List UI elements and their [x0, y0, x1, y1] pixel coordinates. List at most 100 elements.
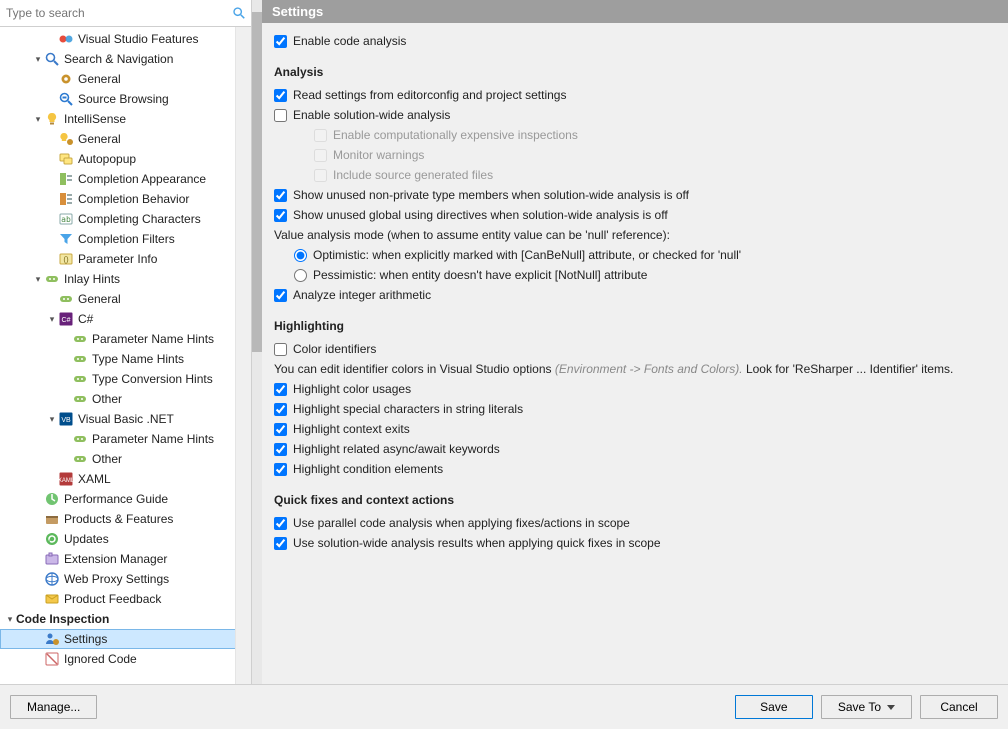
tree-item-type-conversion-hints[interactable]: ▸Type Conversion Hints: [0, 369, 251, 389]
optimistic-radio[interactable]: Optimistic: when explicitly marked with …: [274, 245, 996, 265]
tree-item-autopopup[interactable]: ▸Autopopup: [0, 149, 251, 169]
highlight-async[interactable]: Highlight related async/await keywords: [274, 439, 996, 459]
search-box[interactable]: [0, 0, 251, 27]
inlay-icon: [72, 451, 88, 467]
tree-item-label: Inlay Hints: [64, 272, 120, 286]
settings-person-icon: [44, 631, 60, 647]
ext-mgr-icon: [44, 551, 60, 567]
comp-behave-icon: [58, 191, 74, 207]
tree-item-product-feedback[interactable]: ▸Product Feedback: [0, 589, 251, 609]
ignored-icon: [44, 651, 60, 667]
inlay-icon: [44, 271, 60, 287]
expand-arrow-icon[interactable]: ▾: [32, 274, 44, 285]
tree-item-label: XAML: [78, 472, 111, 486]
tree-item-label: Type Name Hints: [92, 352, 184, 366]
highlight-condition[interactable]: Highlight condition elements: [274, 459, 996, 479]
expand-arrow-icon[interactable]: ▾: [32, 54, 44, 65]
tree-item-label: Completion Behavior: [78, 192, 189, 206]
settings-tree[interactable]: ▸Visual Studio Features ▾ Search & Navigat…: [0, 27, 251, 684]
settings-content: Settings Enable code analysis Analysis R…: [262, 0, 1008, 684]
tree-item-label: Code Inspection: [16, 612, 109, 626]
perf-icon: [44, 491, 60, 507]
save-button[interactable]: Save: [735, 695, 813, 719]
enable-solution-wide[interactable]: Enable solution-wide analysis: [274, 105, 996, 125]
bulb-gear-icon: [58, 131, 74, 147]
page-title: Settings: [262, 0, 1008, 23]
highlight-color-usages[interactable]: Highlight color usages: [274, 379, 996, 399]
monitor-warnings: Monitor warnings: [274, 145, 996, 165]
tree-item-ignored-code[interactable]: ▸Ignored Code: [0, 649, 251, 669]
tree-item-search-navigation[interactable]: ▾ Search & Navigation: [0, 49, 251, 69]
svg-text:VB: VB: [61, 417, 71, 424]
tree-item-source-browsing[interactable]: ▸Source Browsing: [0, 89, 251, 109]
tree-item-completion-appearance[interactable]: ▸Completion Appearance: [0, 169, 251, 189]
tree-item-general[interactable]: ▸General: [0, 69, 251, 89]
tree-item-general[interactable]: ▸General: [0, 289, 251, 309]
highlight-context-exits[interactable]: Highlight context exits: [274, 419, 996, 439]
tree-item-label: Search & Navigation: [64, 52, 173, 66]
pessimistic-radio[interactable]: Pessimistic: when entity doesn't have ex…: [274, 265, 996, 285]
tree-item-label: Other: [92, 392, 122, 406]
tree-item-settings[interactable]: ▸Settings: [0, 629, 251, 649]
analyze-integer[interactable]: Analyze integer arithmetic: [274, 285, 996, 305]
comp-chars-icon: ab: [58, 211, 74, 227]
color-identifiers[interactable]: Color identifiers: [274, 339, 996, 359]
tree-item-web-proxy-settings[interactable]: ▸Web Proxy Settings: [0, 569, 251, 589]
save-to-button[interactable]: Save To: [821, 695, 912, 719]
manage-button[interactable]: Manage...: [10, 695, 97, 719]
param-info-icon: (): [58, 251, 74, 267]
tree-item-extension-manager[interactable]: ▸Extension Manager: [0, 549, 251, 569]
tree-item-label: Source Browsing: [78, 92, 169, 106]
tree-item-inlay-hints[interactable]: ▾ Inlay Hints: [0, 269, 251, 289]
tree-item-code-inspection[interactable]: ▾Code Inspection: [0, 609, 251, 629]
tree-item-other[interactable]: ▸Other: [0, 449, 251, 469]
quickfix-swea[interactable]: Use solution-wide analysis results when …: [274, 533, 996, 553]
inlay-icon: [72, 391, 88, 407]
expand-arrow-icon[interactable]: ▾: [4, 614, 16, 625]
tree-item-c[interactable]: ▾C#C#: [0, 309, 251, 329]
highlight-special-chars[interactable]: Highlight special characters in string l…: [274, 399, 996, 419]
read-editorconfig[interactable]: Read settings from editorconfig and proj…: [274, 85, 996, 105]
include-source-gen: Include source generated files: [274, 165, 996, 185]
tree-item-label: General: [78, 292, 121, 306]
quickfix-parallel[interactable]: Use parallel code analysis when applying…: [274, 513, 996, 533]
content-scrollbar[interactable]: [252, 0, 262, 684]
tree-item-xaml[interactable]: ▸XAMLXAML: [0, 469, 251, 489]
svg-text:(): (): [63, 255, 69, 264]
enable-code-analysis-checkbox[interactable]: [274, 35, 287, 48]
tree-item-label: Parameter Name Hints: [92, 332, 214, 346]
expand-arrow-icon[interactable]: ▾: [46, 314, 58, 325]
tree-item-products-features[interactable]: ▸Products & Features: [0, 509, 251, 529]
tree-item-parameter-name-hints[interactable]: ▸Parameter Name Hints: [0, 429, 251, 449]
products-icon: [44, 511, 60, 527]
enable-code-analysis[interactable]: Enable code analysis: [274, 31, 996, 51]
tree-item-completion-filters[interactable]: ▸Completion Filters: [0, 229, 251, 249]
unused-nonprivate[interactable]: Show unused non-private type members whe…: [274, 185, 996, 205]
tree-item-general[interactable]: ▸General: [0, 129, 251, 149]
tree-item-label: Completing Characters: [78, 212, 201, 226]
chevron-down-icon: [887, 705, 895, 710]
tree-item-completing-characters[interactable]: ▸abCompleting Characters: [0, 209, 251, 229]
tree-item-updates[interactable]: ▸Updates: [0, 529, 251, 549]
tree-item-parameter-info[interactable]: ▸()Parameter Info: [0, 249, 251, 269]
unused-global[interactable]: Show unused global using directives when…: [274, 205, 996, 225]
tree-item-parameter-name-hints[interactable]: ▸Parameter Name Hints: [0, 329, 251, 349]
tree-scrollbar[interactable]: [235, 27, 251, 684]
quickfix-heading: Quick fixes and context actions: [274, 493, 996, 507]
tree-item-type-name-hints[interactable]: ▸Type Name Hints: [0, 349, 251, 369]
tree-item-visual-basic-net[interactable]: ▾VBVisual Basic .NET: [0, 409, 251, 429]
funnel-icon: [58, 231, 74, 247]
tree-item-label: Settings: [64, 632, 107, 646]
cancel-button[interactable]: Cancel: [920, 695, 998, 719]
tree-item-label: Ignored Code: [64, 652, 137, 666]
tree-item-completion-behavior[interactable]: ▸Completion Behavior: [0, 189, 251, 209]
tree-item-visual-studio-features[interactable]: ▸Visual Studio Features: [0, 29, 251, 49]
highlighting-heading: Highlighting: [274, 319, 996, 333]
expand-arrow-icon[interactable]: ▾: [46, 414, 58, 425]
tree-item-intellisense[interactable]: ▾IntelliSense: [0, 109, 251, 129]
svg-text:XAML: XAML: [58, 478, 74, 484]
expand-arrow-icon[interactable]: ▾: [32, 114, 44, 125]
tree-item-performance-guide[interactable]: ▸Performance Guide: [0, 489, 251, 509]
tree-item-other[interactable]: ▸Other: [0, 389, 251, 409]
search-input[interactable]: [4, 2, 231, 24]
